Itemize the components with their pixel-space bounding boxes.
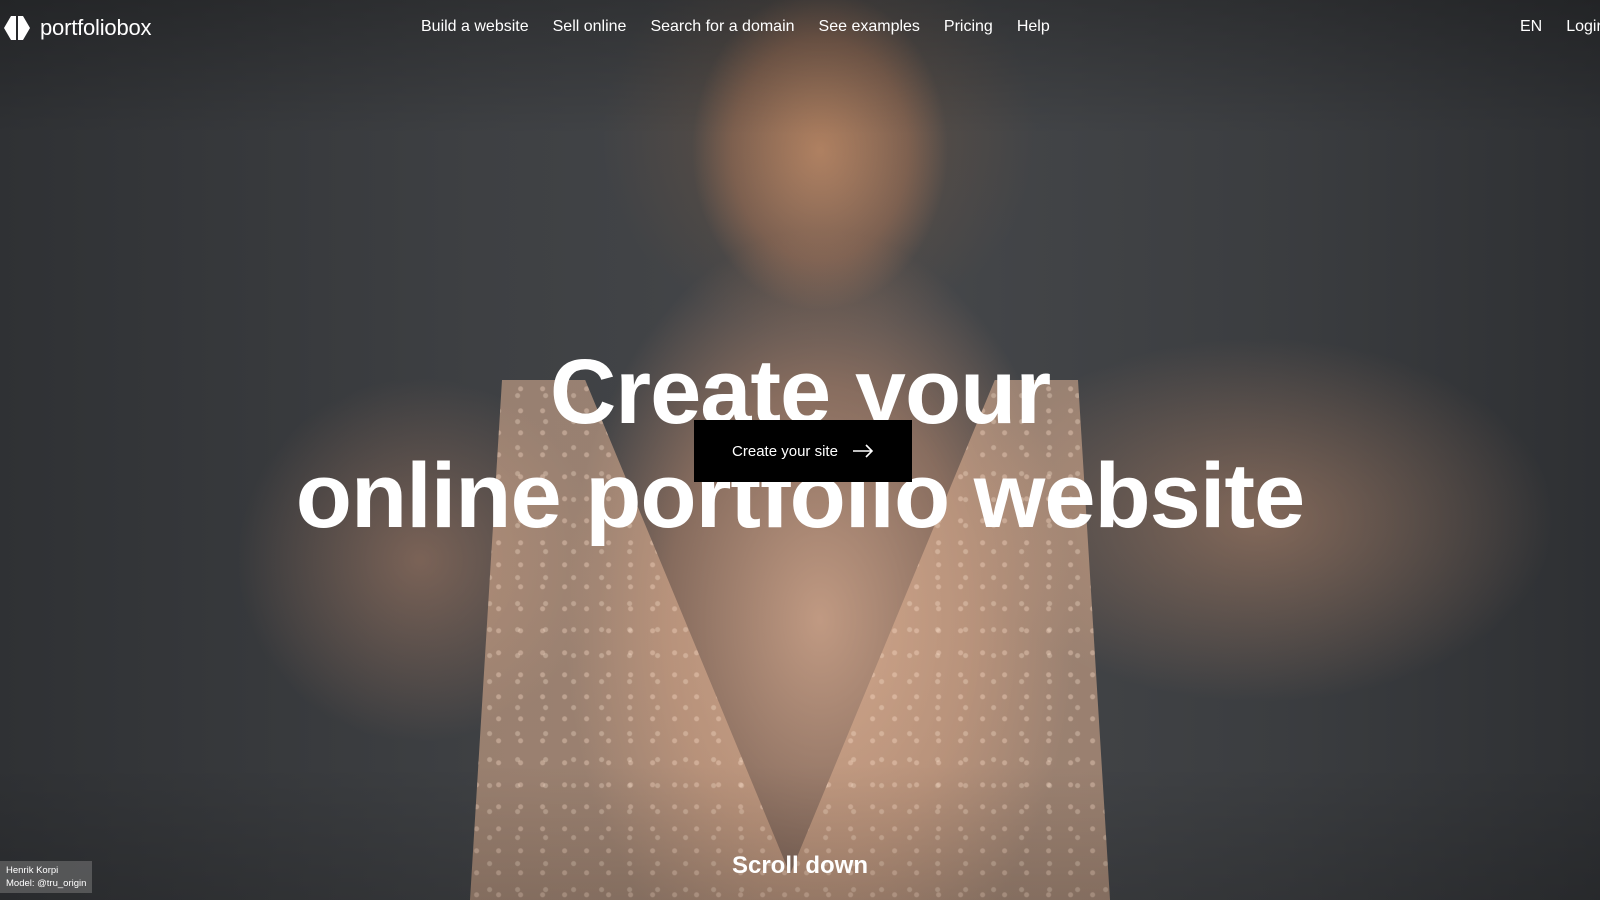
site-header: portfoliobox Build a website Sell online… [0, 0, 1600, 58]
photo-credit-photographer: Henrik Korpi [6, 865, 59, 876]
logo-text: portfoliobox [40, 15, 152, 40]
nav-sell-online[interactable]: Sell online [553, 18, 627, 36]
arrow-right-icon [852, 444, 874, 458]
logo-link[interactable]: portfoliobox [2, 14, 152, 42]
nav-search-domain[interactable]: Search for a domain [650, 18, 794, 36]
header-right-nav: EN Login [1520, 18, 1600, 36]
main-nav: Build a website Sell online Search for a… [421, 18, 1050, 36]
create-your-site-button[interactable]: Create your site [694, 420, 912, 482]
portfoliobox-logo-icon [4, 16, 30, 40]
login-link[interactable]: Login [1566, 18, 1600, 36]
nav-pricing[interactable]: Pricing [944, 18, 993, 36]
create-your-site-label: Create your site [732, 442, 838, 460]
nav-see-examples[interactable]: See examples [819, 18, 920, 36]
photo-credit-model: Model: @tru_origin [6, 878, 87, 889]
nav-help[interactable]: Help [1017, 18, 1050, 36]
scroll-down-link[interactable]: Scroll down [0, 852, 1600, 880]
language-selector[interactable]: EN [1520, 18, 1542, 36]
photo-credit: Henrik Korpi Model: @tru_origin [0, 861, 93, 893]
hero-background: portfoliobox Build a website Sell online… [0, 0, 1600, 900]
nav-build-a-website[interactable]: Build a website [421, 18, 529, 36]
